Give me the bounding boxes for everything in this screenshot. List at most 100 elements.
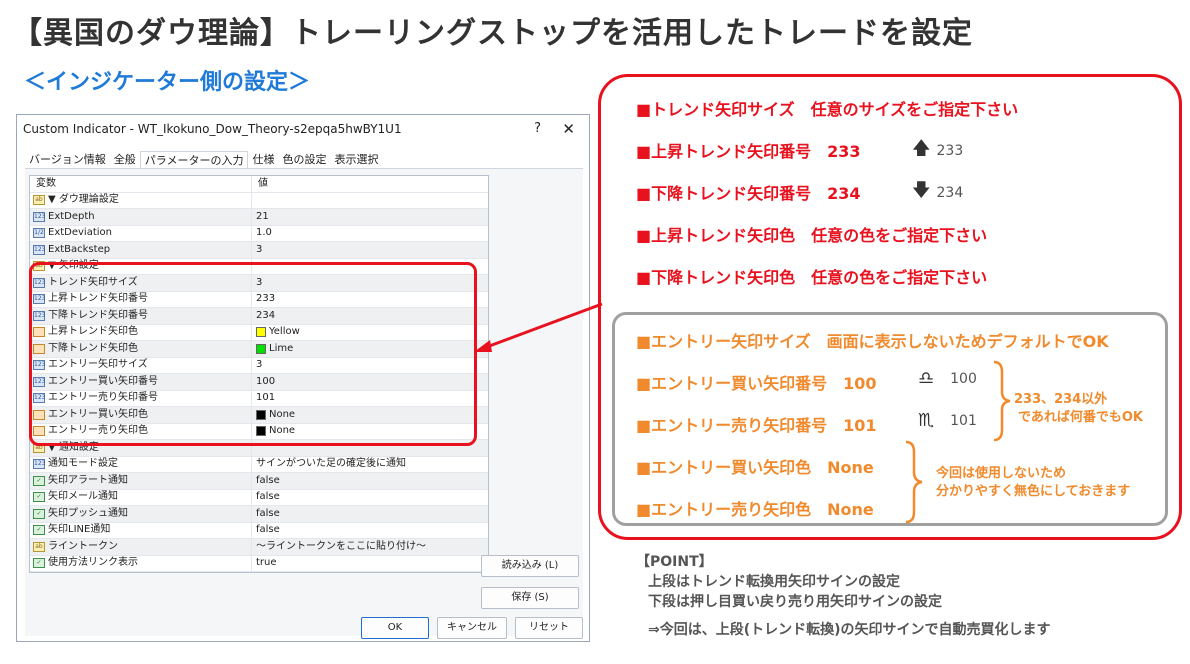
parameter-name: 使用方法リンク表示 xyxy=(48,557,138,568)
parameter-name-cell: 123 ExtBackstep xyxy=(30,242,252,258)
tab-specs[interactable]: 仕様 xyxy=(248,151,278,169)
parameter-name: 矢印メール通知 xyxy=(48,491,118,502)
tab-display[interactable]: 表示選択 xyxy=(330,151,382,169)
note-entry-size: ■エントリー矢印サイズ 画面に表示しないためデフォルトでOK xyxy=(636,332,1109,351)
point-section: 【POINT】 上段はトレンド転換用矢印サインの設定 下段は押し目買い戻り売り用… xyxy=(636,552,1051,640)
parameter-value: false xyxy=(256,507,280,519)
parameter-name: ライントークン xyxy=(48,540,118,552)
parameter-name: 矢印LINE通知 xyxy=(48,524,111,535)
parameter-name: 矢印アラート通知 xyxy=(48,474,128,486)
parameter-name-cell: 1/2 ExtDeviation xyxy=(30,225,252,241)
bool-type-icon: ✓ xyxy=(33,558,45,569)
parameter-value-cell[interactable]: true xyxy=(252,556,488,572)
reset-button[interactable]: リセット xyxy=(515,617,583,639)
parameter-value-cell[interactable]: false xyxy=(252,490,488,506)
parameter-name: ExtDepth xyxy=(48,210,95,222)
note-down-number: ■下降トレンド矢印番号 234 xyxy=(636,184,861,203)
libra-icon: ♎ xyxy=(918,368,935,389)
close-button[interactable]: ✕ xyxy=(562,115,575,143)
note-color-1: 今回は使用しないため xyxy=(936,466,1067,481)
color-brace-icon xyxy=(905,440,923,524)
table-row[interactable]: ab ライントークン ～ライントークンをここに貼り付け～ xyxy=(30,539,488,556)
parameter-name: 矢印プッシュ通知 xyxy=(48,507,128,519)
tab-general[interactable]: 全般 xyxy=(110,151,140,169)
table-row[interactable]: 123 通知モード設定 サインがついた足の確定後に通知 xyxy=(30,456,488,473)
note-color-2: 分かりやすく無色にしておきます xyxy=(936,484,1131,499)
parameter-value: ～ライントークンをここに貼り付け～ xyxy=(256,540,426,552)
load-button[interactable]: 読み込み (L) xyxy=(481,555,579,577)
scorpio-icon: ♏ xyxy=(918,410,935,431)
point-line-2: 下段は押し目買い戻り売り用矢印サインの設定 xyxy=(648,594,942,610)
parameter-value-cell[interactable]: false xyxy=(252,506,488,522)
parameter-name: 通知モード設定 xyxy=(48,458,118,469)
number-type-icon: 123 xyxy=(33,211,46,222)
save-button[interactable]: 保存 (S) xyxy=(481,587,579,609)
parameter-value: 1.0 xyxy=(256,227,272,238)
parameter-value: false xyxy=(256,474,280,486)
parameter-value-cell[interactable]: 3 xyxy=(252,242,488,258)
parameter-value-cell[interactable]: 1.0 xyxy=(252,226,488,242)
table-row[interactable]: ✓ 矢印LINE通知 false xyxy=(30,522,488,539)
help-button[interactable]: ? xyxy=(534,115,541,143)
bool-type-icon: ✓ xyxy=(33,525,45,536)
parameter-name: ExtDeviation xyxy=(48,227,112,238)
number-brace-icon xyxy=(993,360,1011,442)
parameter-name-cell: ✓ 矢印メール通知 xyxy=(30,489,252,505)
note-sell-number: ■エントリー売り矢印番号 101 xyxy=(636,416,877,435)
down-arrow-icon: 🡇 xyxy=(912,180,931,201)
tab-parameters[interactable]: パラメーターの入力 xyxy=(139,151,249,169)
column-header-name: 変数 xyxy=(30,176,252,192)
parameter-value-cell[interactable] xyxy=(252,193,488,209)
string-type-icon: ab xyxy=(33,195,45,206)
parameter-value: 3 xyxy=(256,243,263,255)
parameter-value-cell[interactable]: false xyxy=(252,473,488,489)
bool-type-icon: ✓ xyxy=(33,475,45,486)
note-number-1: 233、234以外 xyxy=(1014,392,1108,407)
parameter-name-cell: ✓ 使用方法リンク表示 xyxy=(30,555,252,571)
table-row[interactable]: ✓ 矢印メール通知 false xyxy=(30,489,488,506)
up-arrow-value: 233 xyxy=(936,143,964,159)
ok-button[interactable]: OK xyxy=(361,617,429,639)
parameter-value: false xyxy=(256,491,280,502)
tab-version[interactable]: バージョン情報 xyxy=(25,151,110,169)
table-row[interactable]: ✓ 矢印アラート通知 false xyxy=(30,473,488,490)
parameter-value-cell[interactable]: サインがついた足の確定後に通知 xyxy=(252,457,488,473)
point-line-1: 上段はトレンド転換用矢印サインの設定 xyxy=(648,574,900,590)
parameter-name-cell: ✓ 矢印プッシュ通知 xyxy=(30,506,252,522)
sell-symbol-value: 101 xyxy=(950,412,977,429)
point-heading: 【POINT】 xyxy=(636,554,713,570)
parameter-name-cell: 123 通知モード設定 xyxy=(30,456,252,472)
parameter-value-cell[interactable]: false xyxy=(252,523,488,539)
table-row[interactable]: ✓ 使用方法リンク表示 true xyxy=(30,555,488,572)
string-type-icon: ab xyxy=(33,541,45,552)
cancel-button[interactable]: キャンセル xyxy=(437,617,507,639)
table-row[interactable]: ✓ 矢印プッシュ通知 false xyxy=(30,506,488,523)
up-arrow-icon: 🡅 xyxy=(912,138,931,159)
down-arrow-value: 234 xyxy=(936,185,964,201)
parameter-name: ▼ ダウ理論設定 xyxy=(48,194,119,205)
tab-bar: バージョン情報 全般 パラメーターの入力 仕様 色の設定 表示選択 xyxy=(25,151,382,169)
table-row[interactable]: 123 ExtBackstep 3 xyxy=(30,242,488,259)
column-header-value: 値 xyxy=(258,177,268,189)
parameter-value: false xyxy=(256,524,280,535)
parameter-value: true xyxy=(256,557,277,568)
parameter-value: サインがついた足の確定後に通知 xyxy=(256,458,406,469)
parameter-value: 21 xyxy=(256,210,269,222)
table-row[interactable]: 1/2 ExtDeviation 1.0 xyxy=(30,225,488,242)
page-title: 【異国のダウ理論】トレーリングストップを活用したトレードを設定 xyxy=(12,16,973,51)
dialog-titlebar: Custom Indicator - WT_Ikokuno_Dow_Theory… xyxy=(17,115,589,143)
buy-symbol-value: 100 xyxy=(950,370,977,387)
section-title: ＜インジケーター側の設定＞ xyxy=(24,70,311,95)
parameter-value-cell[interactable]: ～ライントークンをここに貼り付け～ xyxy=(252,539,488,555)
point-line-3: ⇒今回は、上段(トレンド転換)の矢印サインで自動売買化します xyxy=(648,622,1051,638)
dialog-title: Custom Indicator - WT_Ikokuno_Dow_Theory… xyxy=(23,122,402,136)
bool-type-icon: ✓ xyxy=(33,492,45,503)
note-sell-color: ■エントリー売り矢印色 None xyxy=(636,500,874,519)
note-buy-number: ■エントリー買い矢印番号 100 xyxy=(636,374,877,393)
tab-colors[interactable]: 色の設定 xyxy=(278,151,330,169)
table-row[interactable]: ab ▼ ダウ理論設定 xyxy=(30,192,488,209)
table-row[interactable]: 123 ExtDepth 21 xyxy=(30,209,488,226)
parameter-name-cell: ab ▼ ダウ理論設定 xyxy=(30,192,252,208)
parameter-name-cell: ab ライントークン xyxy=(30,539,252,555)
parameter-value-cell[interactable]: 21 xyxy=(252,209,488,225)
